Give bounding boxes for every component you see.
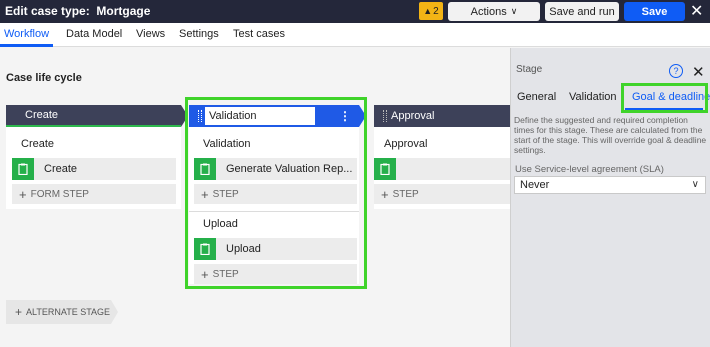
actions-button[interactable]: Actions ∨ [448,2,540,21]
goal-deadline-description: Define the suggested and required comple… [514,115,707,155]
warning-icon: ▲ [423,6,433,16]
stage-create-header[interactable]: Create [6,105,188,127]
close-icon[interactable]: ✕ [692,63,705,81]
close-icon[interactable]: ✕ [690,1,703,21]
step-item[interactable] [374,158,510,180]
clipboard-icon [12,158,34,180]
panel-tab-general[interactable]: General [517,91,556,103]
case-life-cycle-title: Case life cycle [6,72,82,84]
plus-icon: + [381,186,389,202]
tab-views[interactable]: Views [136,28,165,40]
goal-deadline-tab-highlight [621,83,708,113]
add-step-button[interactable]: + STEP [374,184,510,204]
step-item[interactable]: Create [12,158,176,180]
tab-settings[interactable]: Settings [179,28,219,40]
step-label: Create [44,163,78,175]
plus-icon: + [19,186,27,202]
add-form-step-button[interactable]: + FORM STEP [12,184,176,204]
drag-handle-icon[interactable] [383,110,387,122]
main-tabs: Workflow Data Model Views Settings Test … [0,23,710,47]
actions-label: Actions [470,5,507,18]
stage-approval-name: Approval [391,110,435,122]
chevron-down-icon: ∨ [510,6,518,16]
process-label[interactable]: Create [21,138,54,150]
validation-stage-highlight [185,97,367,289]
sla-select[interactable]: Never ∨ [514,176,706,194]
tab-workflow[interactable]: Workflow [4,28,49,40]
tab-data-model[interactable]: Data Model [66,28,122,40]
alternate-stage-label: ALTERNATE STAGE [26,307,111,317]
clipboard-icon [374,158,396,180]
add-step-label: FORM STEP [30,188,89,200]
process-label[interactable]: Approval [384,138,427,150]
stage-create-name: Create [25,109,59,121]
panel-tab-validation[interactable]: Validation [569,91,617,103]
sla-label: Use Service-level agreement (SLA) [515,164,664,175]
chevron-down-icon: ∨ [691,179,699,190]
tab-test-cases[interactable]: Test cases [233,28,285,40]
case-type-name: Mortgage [96,4,151,18]
panel-label: Stage [516,64,543,75]
plus-icon: + [15,305,23,319]
save-and-run-button[interactable]: Save and run [545,2,619,21]
warnings-button[interactable]: ▲ 2 [419,2,443,20]
warning-count: 2 [433,5,439,17]
sla-selected-value: Never [520,179,550,191]
stage-approval-header[interactable]: Approval [374,105,510,127]
add-step-label: STEP [392,188,419,200]
page-title: Edit case type: Mortgage [5,4,150,18]
add-alternate-stage-button[interactable]: + ALTERNATE STAGE [6,300,118,324]
save-button[interactable]: Save [624,2,685,21]
active-tab-indicator [0,44,53,47]
help-icon[interactable]: ? [669,64,683,78]
title-prefix: Edit case type: [5,4,90,18]
